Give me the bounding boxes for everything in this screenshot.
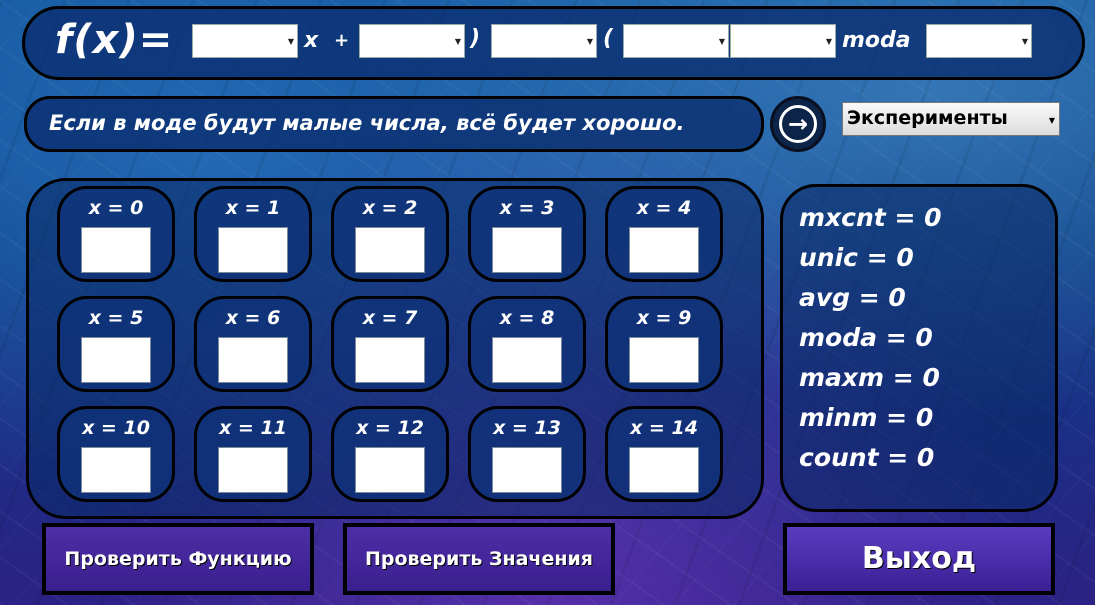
dropdown-arrow-icon[interactable]: ▼ <box>1022 37 1028 46</box>
x-value-input[interactable] <box>218 227 288 273</box>
stats-panel: mxcnt = 0 unic = 0 avg = 0 moda = 0 maxm… <box>780 184 1058 512</box>
hint-message: Если в моде будут малые числа, всё будет… <box>49 111 685 135</box>
x-cell: x = 9 <box>605 296 723 392</box>
stat-maxm: maxm = 0 <box>799 363 940 392</box>
arrow-right-circle-icon[interactable]: → <box>779 105 817 143</box>
dropdown-arrow-icon[interactable]: ▼ <box>288 37 294 46</box>
operation-combo[interactable]: ▼ <box>491 24 597 58</box>
coefficient-a-combo[interactable]: ▼ <box>192 24 298 58</box>
check-values-button[interactable]: Проверить Значения <box>343 523 615 595</box>
x-cell-label: x = 10 <box>82 417 150 439</box>
x-cell-label: x = 1 <box>225 197 281 219</box>
x-cell: x = 11 <box>194 406 312 502</box>
dropdown-arrow-icon[interactable]: ▼ <box>719 37 725 46</box>
x-cell-label: x = 4 <box>636 197 692 219</box>
x-cell: x = 3 <box>468 186 586 282</box>
exit-button[interactable]: Выход <box>783 523 1055 595</box>
experiments-selected: Эксперименты <box>847 107 1008 129</box>
open-paren: ( <box>603 26 614 51</box>
x-value-input[interactable] <box>81 337 151 383</box>
plus-symbol: + <box>334 30 350 51</box>
x-symbol: x <box>304 28 319 53</box>
next-button[interactable]: → <box>770 96 826 152</box>
x-value-input[interactable] <box>492 227 562 273</box>
stat-count: count = 0 <box>799 443 935 472</box>
stat-moda: moda = 0 <box>799 323 933 352</box>
x-value-input[interactable] <box>81 447 151 493</box>
x-cell-label: x = 11 <box>219 417 287 439</box>
x-cell: x = 1 <box>194 186 312 282</box>
x-value-input[interactable] <box>629 447 699 493</box>
x-value-input[interactable] <box>355 447 425 493</box>
dropdown-arrow-icon[interactable]: ▼ <box>455 37 461 46</box>
x-cell-label: x = 6 <box>225 307 281 329</box>
x-cell: x = 7 <box>331 296 449 392</box>
stat-minm: minm = 0 <box>799 403 934 432</box>
x-cell: x = 14 <box>605 406 723 502</box>
x-cell-label: x = 12 <box>356 417 424 439</box>
x-cell: x = 5 <box>57 296 175 392</box>
x-cell-label: x = 9 <box>636 307 692 329</box>
stat-avg: avg = 0 <box>799 283 906 312</box>
x-value-input[interactable] <box>355 227 425 273</box>
x-value-input[interactable] <box>629 227 699 273</box>
fx-label: f(x)= <box>55 17 174 63</box>
x-cell-label: x = 7 <box>362 307 418 329</box>
x-value-input[interactable] <box>81 227 151 273</box>
x-cell-label: x = 0 <box>88 197 144 219</box>
x-cell: x = 0 <box>57 186 175 282</box>
x-cell-label: x = 14 <box>630 417 698 439</box>
x-cell: x = 10 <box>57 406 175 502</box>
x-cell-label: x = 13 <box>493 417 561 439</box>
coefficient-d-combo[interactable]: ▼ <box>730 24 836 58</box>
x-value-input[interactable] <box>629 337 699 383</box>
x-cell-label: x = 2 <box>362 197 418 219</box>
check-function-button[interactable]: Проверить Функцию <box>42 523 314 595</box>
x-cell: x = 2 <box>331 186 449 282</box>
stat-mxcnt: mxcnt = 0 <box>799 203 942 232</box>
dropdown-arrow-icon[interactable]: ▼ <box>1049 116 1055 125</box>
x-value-input[interactable] <box>218 447 288 493</box>
x-value-input[interactable] <box>355 337 425 383</box>
dropdown-arrow-icon[interactable]: ▼ <box>826 37 832 46</box>
moda-label: moda <box>842 28 911 53</box>
dropdown-arrow-icon[interactable]: ▼ <box>587 37 593 46</box>
coefficient-b-combo[interactable]: ▼ <box>359 24 465 58</box>
x-cell: x = 4 <box>605 186 723 282</box>
x-value-input[interactable] <box>492 447 562 493</box>
x-cell-label: x = 3 <box>499 197 555 219</box>
close-paren: ) <box>470 26 481 51</box>
x-value-input[interactable] <box>218 337 288 383</box>
x-value-input[interactable] <box>492 337 562 383</box>
experiments-dropdown[interactable]: Эксперименты ▼ <box>842 102 1060 136</box>
x-cell: x = 12 <box>331 406 449 502</box>
coefficient-c-combo[interactable]: ▼ <box>623 24 729 58</box>
x-cell: x = 6 <box>194 296 312 392</box>
x-cell: x = 13 <box>468 406 586 502</box>
x-cell-label: x = 8 <box>499 307 555 329</box>
message-bar: Если в моде будут малые числа, всё будет… <box>24 96 764 152</box>
x-cell: x = 8 <box>468 296 586 392</box>
x-cell-label: x = 5 <box>88 307 144 329</box>
stat-unic: unic = 0 <box>799 243 914 272</box>
moda-combo[interactable]: ▼ <box>926 24 1032 58</box>
